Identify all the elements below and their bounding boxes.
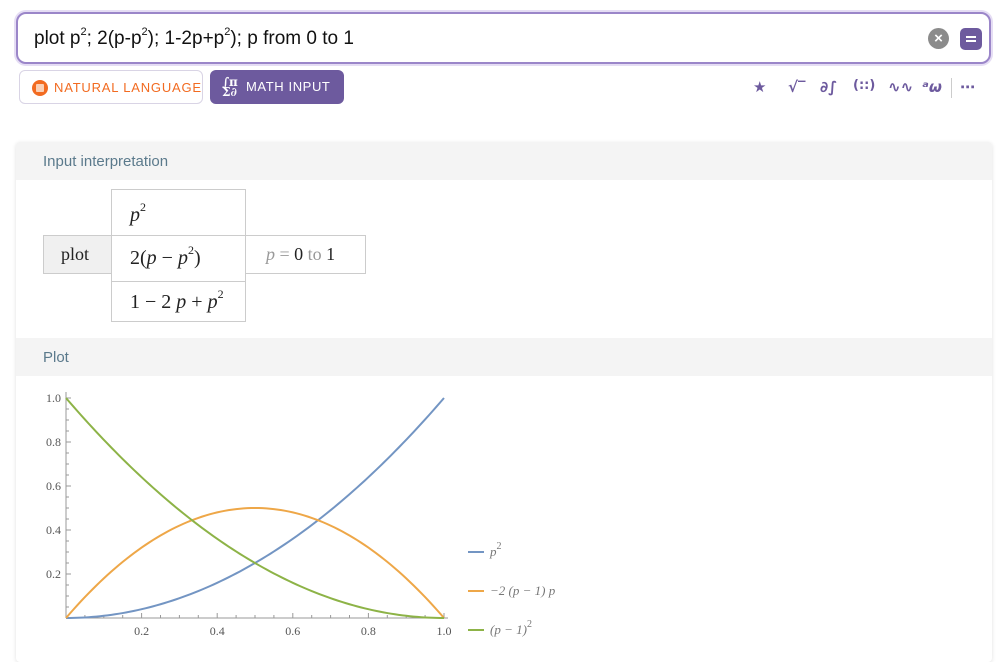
clear-icon[interactable]: × [928, 28, 949, 49]
search-input[interactable]: plot p2; 2(p-p2); 1-2p+p2); p from 0 to … [34, 28, 354, 50]
plot-command: plot [61, 244, 89, 265]
math-input-icon: ∫πΣ∂ [222, 77, 238, 97]
waveform-icon[interactable]: ∿∿ [888, 78, 913, 96]
function-cell-3: 1 − 2 p + p2 [111, 281, 246, 322]
calculus-icon[interactable]: ∂∫ [820, 78, 837, 96]
plot-command-cell: plot [43, 235, 112, 274]
y-tick-label: 0.8 [46, 435, 61, 449]
plot-title: Plot [43, 349, 69, 366]
x-tick-label: 0.4 [210, 624, 225, 638]
range-cell: p = 0 to 1 [245, 235, 366, 274]
range-text: p = 0 to 1 [266, 244, 335, 265]
natural-language-button[interactable]: NATURAL LANGUAGE [19, 70, 203, 104]
star-icon[interactable]: ★ [753, 78, 766, 96]
more-icon[interactable]: ⋯ [960, 78, 975, 96]
y-tick-label: 1.0 [46, 391, 61, 405]
math-input-button[interactable]: ∫πΣ∂ MATH INPUT [210, 70, 344, 104]
plot-chart: 0.2 0.4 0.6 0.8 1.0 0.2 0.4 0.6 0.8 1.0 p2 −2 (p − … [16, 376, 992, 662]
matrix-icon[interactable]: (::) [853, 78, 875, 93]
x-tick-label: 1.0 [437, 624, 452, 638]
function-cell-2: 2(p − p2) [111, 235, 246, 282]
y-tick-label: 0.6 [46, 479, 61, 493]
x-tick-label: 0.8 [361, 624, 376, 638]
legend-label: p2 [489, 541, 502, 559]
natural-language-icon [32, 80, 48, 96]
plot-header: Plot [16, 338, 992, 376]
sqrt-icon[interactable]: √‾ [788, 78, 806, 96]
function-2: 2(p − p2) [130, 247, 201, 270]
legend-label: (p − 1)2 [490, 619, 532, 637]
function-cell-1: p2 [111, 189, 246, 236]
toolbar-divider [951, 78, 952, 98]
input-interpretation-title: Input interpretation [43, 153, 168, 170]
submit-equals-button[interactable] [960, 28, 982, 50]
y-tick-label: 0.2 [46, 567, 61, 581]
math-input-label: MATH INPUT [246, 79, 330, 94]
x-tick-label: 0.2 [134, 624, 149, 638]
search-bar[interactable]: plot p2; 2(p-p2); 1-2p+p2); p from 0 to … [16, 12, 991, 64]
function-3: 1 − 2 p + p2 [130, 291, 224, 314]
results-card: Input interpretation plot p2 2(p − p2) 1… [16, 142, 992, 662]
y-tick-label: 0.4 [46, 523, 61, 537]
x-tick-label: 0.6 [285, 624, 300, 638]
function-1: p2 [130, 204, 146, 227]
natural-language-label: NATURAL LANGUAGE [54, 80, 202, 95]
input-interpretation-header: Input interpretation [16, 142, 992, 180]
greek-icon[interactable]: ᵃω [922, 78, 942, 96]
legend-label: −2 (p − 1) p [490, 583, 556, 598]
